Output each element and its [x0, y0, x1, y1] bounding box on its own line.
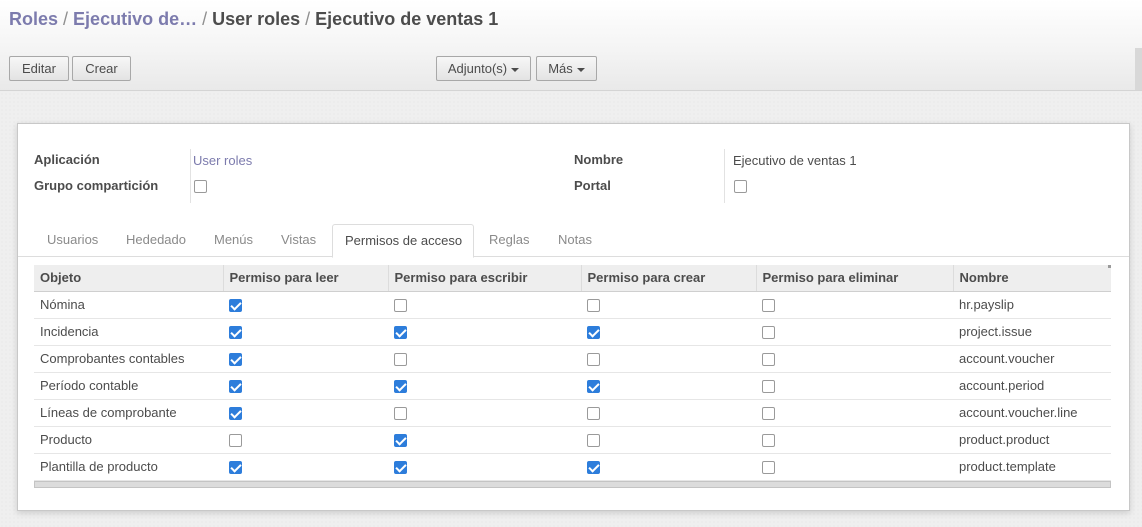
name-cell: account.voucher.line	[953, 399, 1111, 427]
object-cell: Incidencia	[34, 318, 223, 346]
write-checkbox[interactable]	[394, 380, 407, 394]
create-checkbox[interactable]	[587, 407, 600, 421]
name-value: Ejecutivo de ventas 1	[733, 153, 857, 168]
field-divider	[724, 149, 725, 203]
caret-down-icon	[576, 67, 585, 72]
table-row[interactable]: Líneas de comprobante account.voucher.li…	[34, 399, 1111, 427]
more-dropdown-button[interactable]: Más	[536, 56, 597, 81]
create-checkbox[interactable]	[587, 434, 600, 448]
create-checkbox[interactable]	[587, 380, 600, 394]
object-cell: Plantilla de producto	[34, 453, 223, 481]
field-divider	[190, 149, 191, 203]
column-header-write[interactable]: Permiso para escribir	[387, 265, 581, 292]
table-row[interactable]: Incidencia project.issue	[34, 318, 1111, 346]
caret-down-icon	[511, 67, 520, 72]
edit-button[interactable]: Editar	[9, 56, 69, 81]
portal-checkbox[interactable]	[734, 180, 747, 193]
read-checkbox[interactable]	[229, 380, 242, 394]
write-checkbox[interactable]	[394, 326, 407, 340]
create-checkbox[interactable]	[587, 299, 600, 313]
name-cell: account.voucher	[953, 345, 1111, 373]
portal-label: Portal	[574, 178, 611, 193]
scrollbar[interactable]	[1135, 48, 1142, 90]
object-cell: Nómina	[34, 291, 223, 319]
column-header-name[interactable]: Nombre	[952, 265, 1111, 292]
read-checkbox[interactable]	[229, 326, 242, 340]
notebook-tabs: Usuarios Hededado Menús Vistas Permisos …	[18, 224, 1129, 258]
name-cell: product.template	[953, 453, 1111, 481]
object-cell: Líneas de comprobante	[34, 399, 223, 427]
breadcrumb-item-roles[interactable]: Roles	[9, 9, 58, 29]
write-checkbox[interactable]	[394, 407, 407, 421]
read-checkbox[interactable]	[229, 434, 242, 448]
column-header-read[interactable]: Permiso para leer	[222, 265, 388, 292]
share-group-label: Grupo compartición	[34, 178, 159, 193]
object-cell: Período contable	[34, 372, 223, 400]
breadcrumb-item-role[interactable]: Ejecutivo de…	[73, 9, 197, 29]
object-cell: Comprobantes contables	[34, 345, 223, 373]
create-checkbox[interactable]	[587, 353, 600, 367]
breadcrumb-separator: /	[63, 9, 69, 29]
create-checkbox[interactable]	[587, 461, 600, 475]
breadcrumb-separator: /	[305, 9, 311, 29]
application-value-link[interactable]: User roles	[193, 153, 252, 168]
object-cell: Producto	[34, 426, 223, 454]
table-row[interactable]: Producto product.product	[34, 426, 1111, 454]
table-row[interactable]: Período contable account.period	[34, 372, 1111, 400]
form-sheet: Aplicación User roles Grupo compartición…	[17, 123, 1130, 511]
breadcrumb-separator: /	[202, 9, 208, 29]
horizontal-scrollbar[interactable]	[34, 481, 1111, 488]
access-rights-table-container: Objeto Permiso para leer Permiso para es…	[34, 265, 1111, 491]
table-row[interactable]: Plantilla de producto product.template	[34, 453, 1111, 481]
write-checkbox[interactable]	[394, 434, 407, 448]
breadcrumb: Roles / Ejecutivo de… / User roles / Ejecutivo…	[9, 9, 498, 30]
create-checkbox[interactable]	[587, 326, 600, 340]
unlink-checkbox[interactable]	[762, 461, 775, 475]
tab-menus[interactable]: Menús	[202, 224, 265, 257]
tab-permisos-de-acceso[interactable]: Permisos de acceso	[332, 224, 474, 258]
table-corner-mark	[1108, 265, 1111, 268]
table-row[interactable]: Comprobantes contables account.voucher	[34, 345, 1111, 373]
tab-heredado[interactable]: Hededado	[114, 224, 198, 257]
share-group-checkbox[interactable]	[194, 180, 207, 193]
write-checkbox[interactable]	[394, 353, 407, 367]
attachments-dropdown-button[interactable]: Adjunto(s)	[436, 56, 531, 81]
table-header-row: Objeto Permiso para leer Permiso para es…	[34, 265, 1111, 292]
tab-usuarios[interactable]: Usuarios	[35, 224, 110, 257]
access-rights-table: Objeto Permiso para leer Permiso para es…	[34, 265, 1111, 481]
more-label: Más	[548, 61, 573, 76]
breadcrumb-item-user-roles: User roles	[212, 9, 301, 29]
tab-notas[interactable]: Notas	[546, 224, 604, 257]
table-row[interactable]: Nómina hr.payslip	[34, 291, 1111, 319]
name-cell: hr.payslip	[953, 291, 1111, 319]
column-header-object[interactable]: Objeto	[34, 265, 223, 292]
attachments-label: Adjunto(s)	[447, 61, 508, 76]
name-cell: account.period	[953, 372, 1111, 400]
name-label: Nombre	[574, 152, 624, 167]
name-cell: project.issue	[953, 318, 1111, 346]
breadcrumb-item-current: Ejecutivo de ventas 1	[315, 9, 499, 29]
unlink-checkbox[interactable]	[762, 380, 775, 394]
write-checkbox[interactable]	[394, 461, 407, 475]
control-panel: Roles / Ejecutivo de… / User roles / Ejecutivo…	[0, 0, 1142, 91]
unlink-checkbox[interactable]	[762, 326, 775, 340]
unlink-checkbox[interactable]	[762, 434, 775, 448]
unlink-checkbox[interactable]	[762, 407, 775, 421]
read-checkbox[interactable]	[229, 353, 242, 367]
application-label: Aplicación	[34, 152, 100, 167]
unlink-checkbox[interactable]	[762, 353, 775, 367]
tab-reglas[interactable]: Reglas	[477, 224, 541, 257]
unlink-checkbox[interactable]	[762, 299, 775, 313]
column-header-unlink[interactable]: Permiso para eliminar	[755, 265, 953, 292]
write-checkbox[interactable]	[394, 299, 407, 313]
tab-vistas[interactable]: Vistas	[269, 224, 328, 257]
read-checkbox[interactable]	[229, 461, 242, 475]
name-cell: product.product	[953, 426, 1111, 454]
read-checkbox[interactable]	[229, 299, 242, 313]
create-button[interactable]: Crear	[72, 56, 131, 81]
read-checkbox[interactable]	[229, 407, 242, 421]
column-header-create[interactable]: Permiso para crear	[580, 265, 756, 292]
